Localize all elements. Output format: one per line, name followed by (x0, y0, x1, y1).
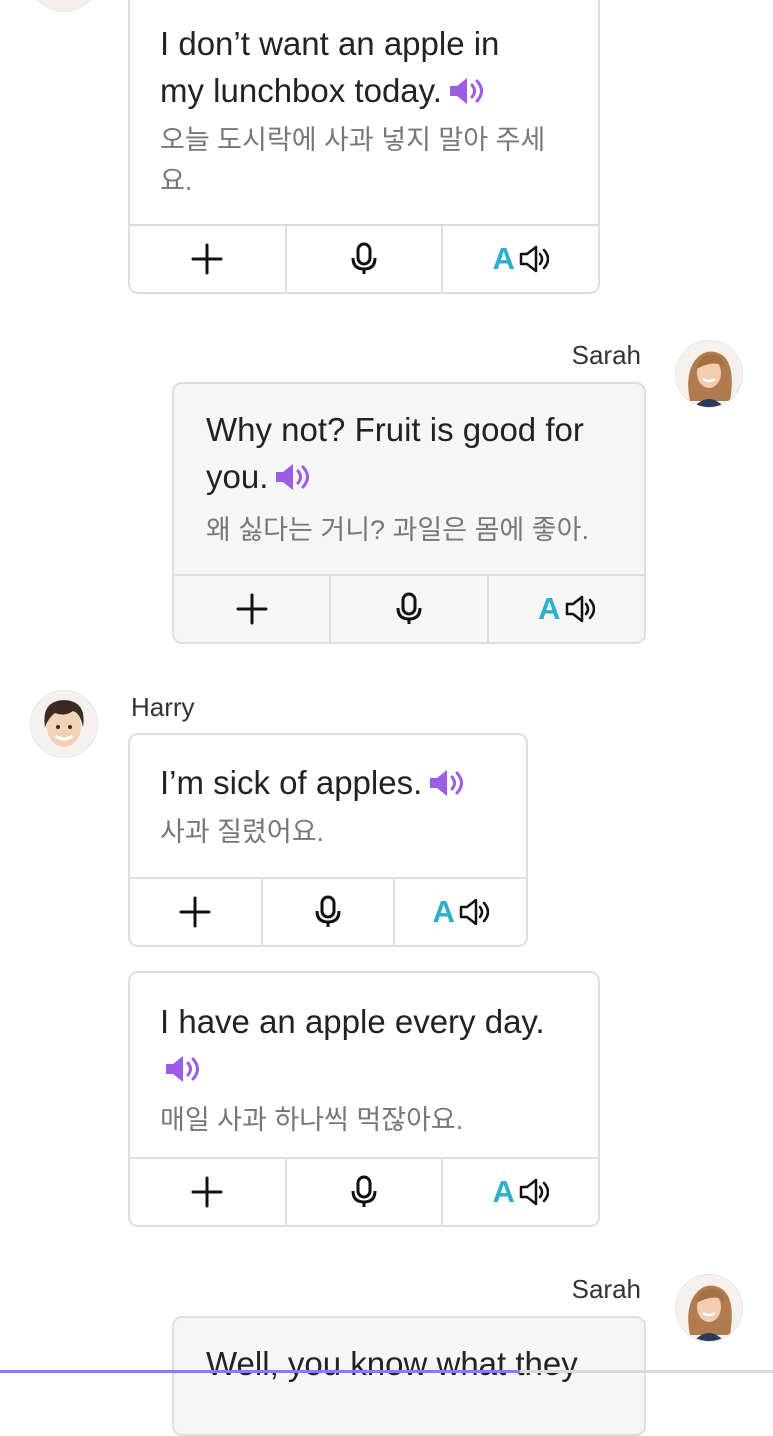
speaker-name: Sarah (571, 1274, 641, 1304)
speaker-name: Harry (131, 692, 195, 722)
korean-line: 매일 사과 하나씩 먹잖아요. (160, 1105, 464, 1135)
english-text: Well, you know what they (206, 1340, 616, 1387)
english-line: you. (206, 458, 269, 495)
listen-letter: A (432, 894, 455, 929)
listen-button[interactable]: A (441, 1159, 598, 1225)
add-button[interactable] (130, 226, 285, 292)
message-actions: A (130, 1157, 598, 1225)
record-button[interactable] (329, 576, 486, 642)
message-bubble: I’m sick of apples. 사과 질렸어요. A (128, 733, 528, 947)
speaker-name: Sarah (571, 340, 641, 370)
plus-icon (179, 896, 211, 928)
record-button[interactable] (284, 1159, 442, 1225)
microphone-icon (351, 1175, 377, 1207)
korean-translation: 매일 사과 하나씩 먹잖아요. (160, 1100, 570, 1141)
plus-icon (191, 1176, 223, 1208)
korean-line: 왜 싫다는 거니? 과일은 몸에 좋아. (206, 515, 589, 545)
microphone-icon (315, 895, 341, 927)
korean-line: 요. (160, 166, 193, 196)
avatar-sarah (675, 1274, 743, 1342)
avatar-harry (30, 690, 98, 758)
listen-button[interactable]: A (486, 576, 644, 642)
speaker-icon[interactable] (448, 71, 484, 104)
message-actions: A (130, 877, 526, 945)
microphone-icon (396, 592, 422, 624)
listen-letter: A (492, 241, 515, 276)
plus-icon (191, 243, 223, 275)
avatar-sarah (675, 340, 743, 408)
korean-translation: 오늘 도시락에 사과 넣지 말아 주세 요. (160, 120, 570, 202)
record-button[interactable] (284, 226, 442, 292)
plus-icon (236, 593, 268, 625)
korean-translation: 사과 질렸어요. (160, 812, 498, 853)
message-bubble: Well, you know what they (172, 1316, 646, 1436)
english-text: I have an apple every day. (160, 998, 570, 1092)
message-actions: A (174, 574, 644, 642)
listen-button[interactable]: A (441, 226, 598, 292)
speaker-outline-icon (519, 1178, 549, 1206)
speaker-outline-icon (459, 898, 489, 926)
english-text: Why not? Fruit is good for you. (206, 406, 616, 500)
english-line: I don’t want an apple in (160, 25, 500, 62)
listen-letter: A (492, 1174, 515, 1209)
korean-line: 사과 질렸어요. (160, 817, 325, 847)
english-text: I don’t want an apple in my lunchbox tod… (160, 20, 570, 114)
speaker-icon[interactable] (274, 457, 310, 490)
speaker-outline-icon (565, 595, 595, 623)
record-button[interactable] (260, 879, 394, 945)
message-actions: A (130, 224, 598, 292)
english-line: Why not? Fruit is good for (206, 411, 584, 448)
message-bubble: I don’t want an apple in my lunchbox tod… (128, 0, 600, 294)
avatar-harry-partial (30, 0, 98, 12)
english-text: I’m sick of apples. (160, 759, 498, 806)
korean-line: 오늘 도시락에 사과 넣지 말아 주세 (160, 125, 546, 155)
english-line: Well, you know what they (206, 1345, 578, 1382)
listen-button[interactable]: A (393, 879, 526, 945)
message-bubble: Why not? Fruit is good for you. 왜 싫다는 거니… (172, 382, 646, 644)
speaker-icon[interactable] (428, 763, 464, 796)
microphone-icon (351, 242, 377, 274)
speaker-icon[interactable] (164, 1049, 200, 1082)
add-button[interactable] (174, 576, 329, 642)
speaker-outline-icon (519, 245, 549, 273)
message-bubble: I have an apple every day. 매일 사과 하나씩 먹잖아… (128, 971, 600, 1227)
add-button[interactable] (130, 1159, 285, 1225)
listen-letter: A (538, 591, 561, 626)
add-button[interactable] (130, 879, 261, 945)
korean-translation: 왜 싫다는 거니? 과일은 몸에 좋아. (206, 510, 616, 551)
english-line: I have an apple every day. (160, 1003, 545, 1040)
english-line: I’m sick of apples. (160, 764, 423, 801)
english-line: my lunchbox today. (160, 72, 442, 109)
